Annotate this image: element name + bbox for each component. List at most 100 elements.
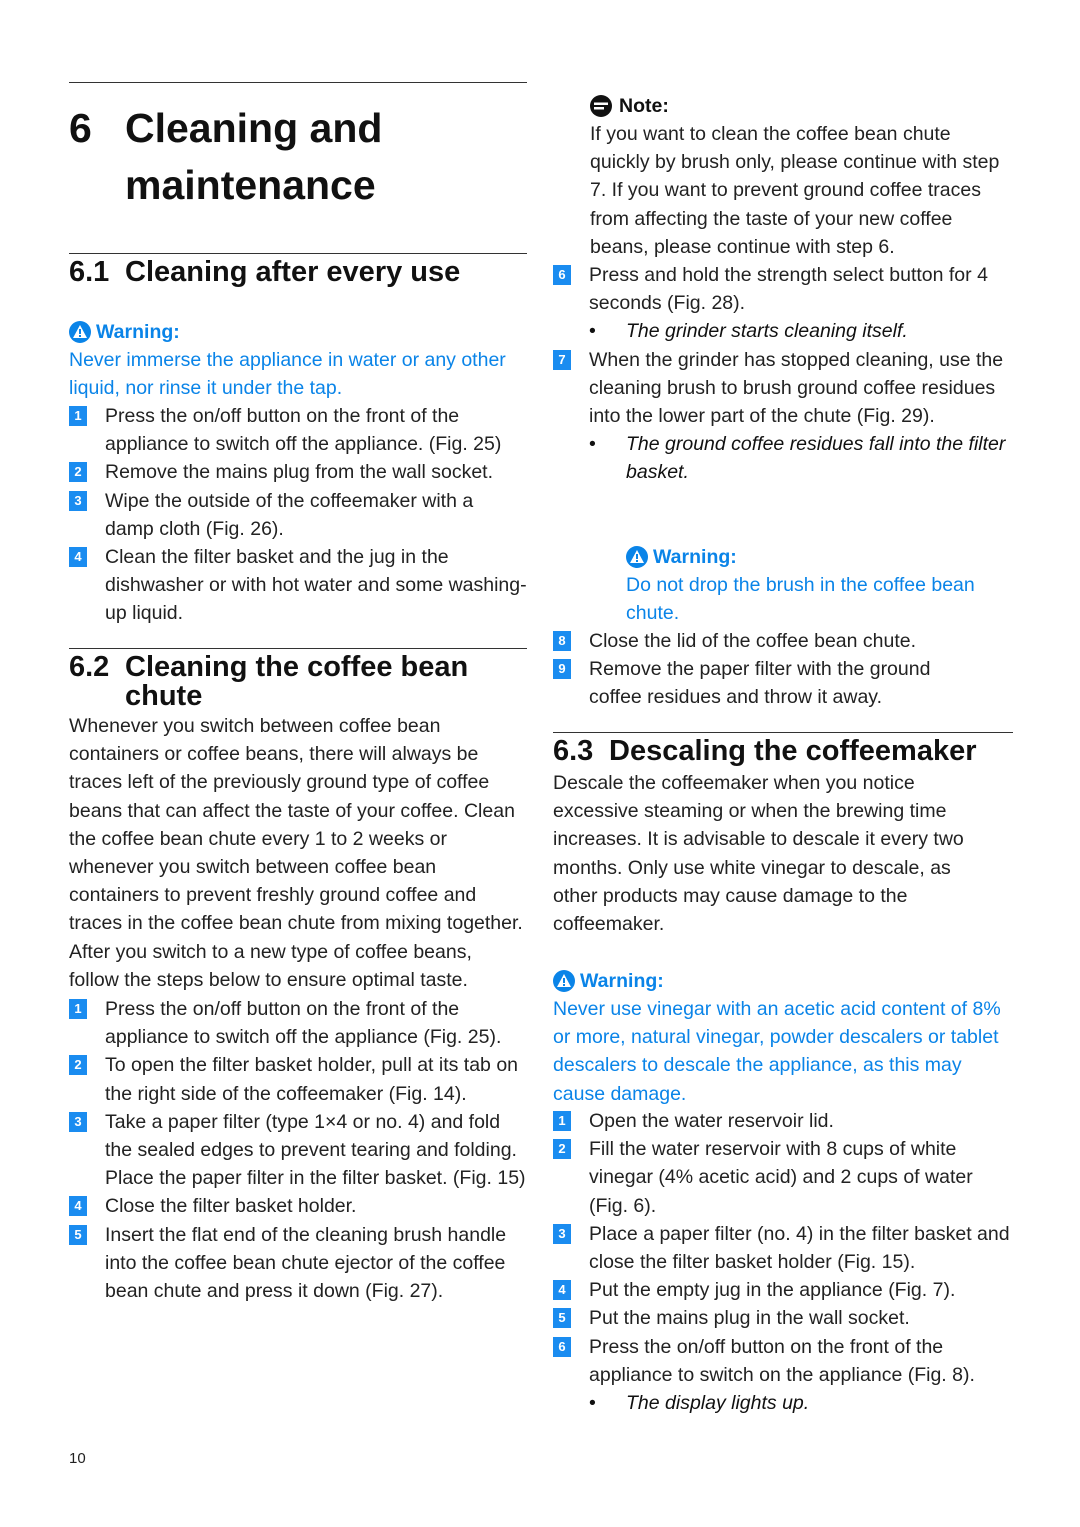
step-badge: 5 — [69, 1224, 87, 1245]
step-badge: 9 — [553, 659, 571, 680]
step-badge: 1 — [69, 999, 87, 1019]
note-text: If you want to clean the coffee bean chu… — [590, 123, 1000, 258]
warning-title: Warning: — [553, 967, 1013, 995]
warning-triangle-icon — [626, 546, 648, 568]
warning-label: Warning: — [96, 321, 180, 343]
step-text: Press the on/off button on the front of … — [105, 405, 502, 456]
step-badge: 6 — [553, 1336, 571, 1357]
step-badge: 4 — [69, 547, 87, 568]
section-6-2-rule — [69, 648, 527, 649]
step-badge: 3 — [69, 490, 87, 511]
result-bullet: • The display lights up. — [553, 1389, 1013, 1417]
section-number: 6.3 — [553, 735, 594, 767]
warning-text: Never immerse the appliance in water or … — [69, 349, 506, 400]
step-text: Put the mains plug in the wall socket. — [589, 1307, 910, 1330]
step-badge: 2 — [69, 462, 87, 483]
section-number: 6.2 — [69, 651, 110, 683]
list-item: 9 Remove the paper filter with the ground… — [553, 655, 1013, 711]
step-text: Put the empty jug in the appliance (Fig.… — [589, 1279, 956, 1302]
chapter-title: 6 Cleaning and maintenance — [69, 100, 382, 214]
steps-6-2-end: 8 Close the lid of the coffee bean chute.… — [553, 627, 1013, 712]
step-badge: 2 — [69, 1055, 87, 1076]
list-item: 2 To open the filter basket holder, pull … — [69, 1051, 527, 1107]
list-item: 2 Remove the mains plug from the wall soc… — [69, 458, 527, 486]
section-6-3-rule — [553, 732, 1013, 733]
step-text: Take a paper filter (type 1×4 or no. 4) … — [105, 1110, 526, 1190]
list-item: 2 Fill the water reservoir with 8 cups of… — [553, 1135, 1013, 1220]
step-text: Close the lid of the coffee bean chute. — [589, 630, 917, 652]
section-6-2-heading: 6.2 Cleaning the coffee bean chute — [69, 653, 527, 711]
step-text: To open the filter basket holder, pull a… — [105, 1054, 519, 1105]
list-item: 1 Open the water reservoir lid. — [553, 1107, 1013, 1135]
note-label: Note: — [619, 95, 669, 117]
list-item: 1 Press the on/off button on the front of… — [69, 402, 527, 458]
list-item: 8 Close the lid of the coffee bean chute. — [553, 627, 1013, 655]
step-badge: 3 — [69, 1111, 87, 1132]
warning-block-6-1: Warning: Never immerse the appliance in … — [69, 318, 527, 402]
warning-text: Do not drop the brush in the coffee bean… — [626, 574, 975, 625]
bullet-text: The ground coffee residues fall into the… — [626, 433, 1006, 484]
warning-block-6-3: Warning: Never use vinegar with an aceti… — [553, 967, 1013, 1108]
bullet-text: The display lights up. — [626, 1392, 810, 1415]
note-title: Note: — [590, 92, 1013, 120]
step-badge: 4 — [69, 1196, 87, 1217]
step-text: Fill the water reservoir with 8 cups of … — [589, 1138, 973, 1217]
page-number: 10 — [69, 1450, 86, 1467]
step-badge: 1 — [69, 406, 87, 426]
note-block: Note: If you want to clean the coffee be… — [590, 92, 1013, 261]
list-item: 5 Insert the flat end of the cleaning bru… — [69, 1221, 527, 1306]
warning-block-6-2: Warning: Do not drop the brush in the co… — [626, 543, 1013, 627]
section-number: 6.1 — [69, 256, 110, 288]
warning-title: Warning: — [69, 318, 527, 346]
step-text: Press the on/off button on the front of … — [105, 998, 502, 1049]
step-badge: 8 — [553, 631, 571, 651]
section-title: Cleaning the coffee bean chute — [125, 651, 469, 712]
left-column: 6 Cleaning and maintenance 6.1 Cleaning af… — [69, 0, 527, 1527]
step-badge: 7 — [553, 349, 571, 370]
note-icon — [590, 95, 612, 117]
section-6-1-heading: 6.1 Cleaning after every use — [69, 258, 527, 287]
warning-label: Warning: — [653, 546, 737, 568]
step-badge: 1 — [553, 1111, 571, 1131]
section-6-1-rule — [69, 253, 527, 254]
section-title: Descaling the coffeemaker — [609, 735, 977, 767]
list-item: 4 Put the empty jug in the appliance (Fig… — [553, 1276, 1013, 1304]
warning-text: Never use vinegar with an acetic acid co… — [553, 998, 1001, 1105]
bullet-text: The grinder starts cleaning itself. — [626, 320, 908, 343]
steps-6-2-cont: 6 Press and hold the strength select butt… — [553, 261, 1013, 487]
step-text: When the grinder has stopped cleaning, u… — [589, 348, 1004, 428]
chapter-number: 6 — [69, 105, 92, 151]
step-badge: 6 — [553, 265, 571, 285]
step-badge: 5 — [553, 1308, 571, 1329]
warning-title: Warning: — [626, 543, 1013, 571]
step-text: Place a paper filter (no. 4) in the filt… — [589, 1222, 1010, 1274]
step-text: Press and hold the strength select butto… — [589, 264, 988, 315]
section-6-2-intro: Whenever you switch between coffee bean … — [69, 715, 523, 991]
step-badge: 3 — [553, 1223, 571, 1244]
result-bullet: • The grinder starts cleaning itself. — [553, 317, 1013, 345]
list-item: 6 Press the on/off button on the front of… — [553, 1333, 1013, 1389]
chapter-title-line1: Cleaning and — [125, 105, 383, 151]
step-badge: 2 — [553, 1139, 571, 1160]
steps-6-1: 1 Press the on/off button on the front of… — [69, 402, 527, 628]
step-text: Remove the paper filter with the ground … — [589, 658, 931, 709]
list-item: 4 Close the filter basket holder. — [69, 1192, 527, 1220]
list-item: 4 Clean the filter basket and the jug in … — [69, 543, 527, 628]
step-text: Remove the mains plug from the wall sock… — [105, 461, 494, 484]
right-column: Note: If you want to clean the coffee be… — [553, 0, 1013, 1527]
section-title: Cleaning after every use — [125, 256, 461, 288]
step-text: Insert the flat end of the cleaning brus… — [105, 1223, 507, 1303]
step-text: Press the on/off button on the front of … — [589, 1335, 975, 1386]
list-item: 1 Press the on/off button on the front of… — [69, 995, 527, 1051]
section-6-3-intro: Descale the coffeemaker when you notice … — [553, 772, 964, 936]
steps-6-2: 1 Press the on/off button on the front of… — [69, 995, 527, 1305]
list-item: 7 When the grinder has stopped cleaning, … — [553, 346, 1013, 431]
list-item: 6 Press and hold the strength select butt… — [553, 261, 1013, 317]
list-item: 3 Take a paper filter (type 1×4 or no. 4)… — [69, 1108, 527, 1193]
step-text: Wipe the outside of the coffeemaker with… — [105, 489, 474, 540]
list-item: 3 Place a paper filter (no. 4) in the fil… — [553, 1220, 1013, 1276]
list-item: 3 Wipe the outside of the coffeemaker wit… — [69, 487, 527, 543]
warning-label: Warning: — [580, 970, 664, 992]
chapter-top-rule — [69, 82, 527, 83]
step-text: Clean the filter basket and the jug in t… — [105, 546, 527, 625]
